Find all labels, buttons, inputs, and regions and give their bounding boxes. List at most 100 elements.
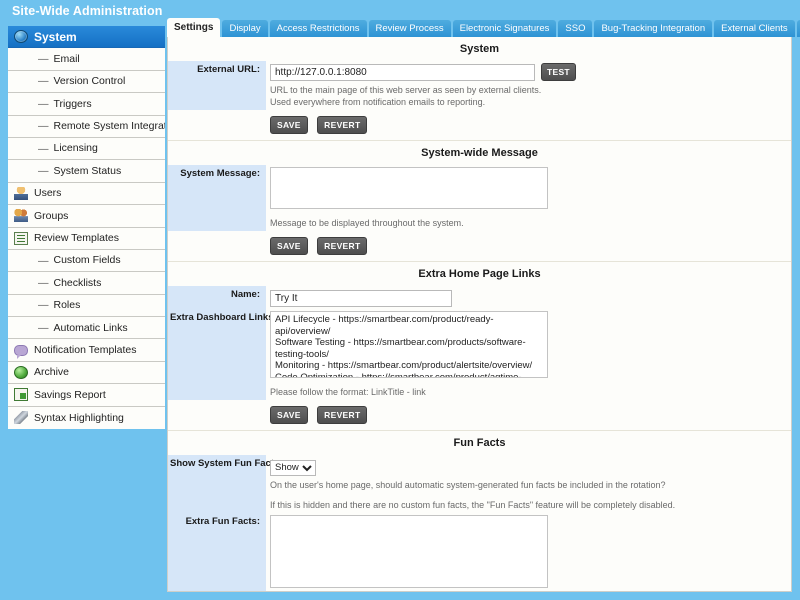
- sidebar-item-users[interactable]: Users: [8, 182, 165, 206]
- row-extra-fun-facts: Extra Fun Facts: Additional "Fun Fact" t…: [168, 512, 791, 591]
- sidebar: System — Email — Version Control — Triggers — Re…: [8, 26, 166, 430]
- system-save-button[interactable]: SAVE: [270, 116, 308, 134]
- sidebar-item-system[interactable]: System: [8, 26, 165, 49]
- sidebar-item-remote-system-integration[interactable]: — Remote System Integration: [8, 115, 166, 138]
- section-system-message: System-wide Message System Message: Mess…: [168, 141, 791, 262]
- show-fun-facts-label-cell: Show System Fun Facts:: [168, 455, 283, 513]
- report-icon: [14, 388, 28, 402]
- sidebar-item-email[interactable]: — Email: [8, 48, 165, 71]
- system-message-label-cell: System Message:: [168, 165, 266, 231]
- system-revert-button[interactable]: REVERT: [317, 116, 368, 134]
- external-url-help-line-2: Used everywhere from notification emails…: [270, 97, 486, 107]
- row-dashboard-links: Extra Dashboard Links: Please follow the…: [168, 309, 791, 400]
- sidebar-item-label: Roles: [53, 299, 81, 312]
- tab-access-restrictions[interactable]: Access Restrictions: [269, 20, 367, 37]
- sidebar-item-archive[interactable]: Archive: [8, 361, 165, 385]
- links-revert-button[interactable]: REVERT: [317, 406, 368, 424]
- dash-icon: —: [38, 299, 49, 312]
- sidebar-item-label: Remote System Integration: [53, 120, 166, 132]
- show-fun-facts-select[interactable]: ShowHide: [270, 459, 316, 476]
- links-button-row: SAVE REVERT: [266, 400, 791, 430]
- extra-fun-facts-label-cell: Extra Fun Facts:: [168, 512, 266, 591]
- spacer-cell: [168, 231, 266, 261]
- extra-fun-facts-textarea[interactable]: [270, 514, 548, 588]
- spacer-cell: [168, 110, 266, 140]
- tab-settings[interactable]: Settings: [167, 18, 221, 37]
- system-message-textarea[interactable]: [270, 167, 548, 209]
- tab-display[interactable]: Display: [222, 20, 268, 37]
- tab-external-clients[interactable]: External Clients: [714, 20, 795, 37]
- sidebar-item-label: Archive: [34, 366, 70, 379]
- sidebar-item-roles[interactable]: — Roles: [8, 294, 165, 318]
- system-message-label: System Message:: [180, 168, 260, 179]
- link-name-input[interactable]: [270, 290, 452, 307]
- user-icon: [14, 186, 28, 200]
- links-save-button[interactable]: SAVE: [270, 406, 308, 424]
- sidebar-item-groups[interactable]: Groups: [8, 205, 165, 228]
- sidebar-item-licensing[interactable]: — Licensing: [8, 137, 165, 161]
- row-link-name: Name:: [168, 286, 791, 309]
- dash-icon: —: [38, 75, 49, 88]
- fun-facts-help-1: On the user's home page, should automati…: [270, 479, 666, 490]
- users-icon: [14, 209, 28, 223]
- sidebar-item-label: Email: [53, 52, 80, 65]
- tab-sso[interactable]: SSO: [558, 20, 593, 37]
- sidebar-item-label: Notification Templates: [34, 343, 137, 356]
- sidebar-item-label: Savings Report: [34, 388, 106, 401]
- sidebar-item-checklists[interactable]: — Checklists: [8, 272, 165, 295]
- external-url-label: External URL:: [197, 64, 260, 75]
- sidebar-item-system-status[interactable]: — System Status: [8, 160, 165, 183]
- tab-electronic-signatures[interactable]: Electronic Signatures: [452, 20, 557, 37]
- dashboard-links-textarea[interactable]: [270, 311, 548, 378]
- system-button-row: SAVE REVERT: [266, 110, 791, 140]
- dash-icon: —: [38, 120, 49, 133]
- dashboard-links-label-cell: Extra Dashboard Links:: [168, 309, 277, 400]
- sidebar-item-label: System: [34, 29, 77, 44]
- sidebar-item-custom-fields[interactable]: — Custom Fields: [8, 249, 165, 273]
- document-icon: [14, 231, 28, 245]
- dashboard-links-label: Extra Dashboard Links:: [170, 312, 277, 323]
- dash-icon: —: [38, 321, 49, 334]
- dash-icon: —: [38, 142, 49, 155]
- section-extra-home-page-links: Extra Home Page Links Name: Extra Dashbo…: [168, 262, 791, 431]
- show-fun-facts-field-cell: ShowHide On the user's home page, should…: [266, 455, 791, 513]
- sidebar-item-notification-templates[interactable]: Notification Templates: [8, 339, 165, 362]
- system-message-help: Message to be displayed throughout the s…: [270, 218, 464, 228]
- sidebar-item-version-control[interactable]: — Version Control: [8, 70, 165, 94]
- test-button[interactable]: TEST: [541, 63, 576, 81]
- section-fun-facts: Fun Facts Show System Fun Facts: ShowHid…: [168, 431, 791, 591]
- link-name-label-cell: Name:: [168, 286, 266, 309]
- external-url-label-cell: External URL:: [168, 61, 266, 110]
- tab-bar: Settings Display Access Restrictions Review…: [167, 18, 800, 37]
- sidebar-item-label: Review Templates: [34, 231, 120, 244]
- show-fun-facts-label: Show System Fun Facts:: [170, 458, 283, 469]
- sidebar-item-triggers[interactable]: — Triggers: [8, 93, 165, 116]
- sidebar-item-label: Syntax Highlighting: [34, 411, 124, 424]
- external-url-help: URL to the main page of this web server …: [270, 81, 791, 108]
- link-name-label: Name:: [230, 289, 260, 300]
- dash-icon: —: [38, 97, 49, 110]
- message-save-button[interactable]: SAVE: [270, 237, 308, 255]
- dash-icon: —: [38, 276, 49, 289]
- section-title-fun-facts: Fun Facts: [453, 437, 506, 449]
- fun-facts-help-2: If this is hidden and there are no custo…: [270, 499, 676, 510]
- row-message-buttons: SAVE REVERT: [168, 231, 791, 261]
- external-url-input[interactable]: [270, 63, 535, 81]
- sidebar-item-review-templates[interactable]: Review Templates: [8, 227, 165, 250]
- chat-icon: [14, 344, 28, 359]
- dashboard-links-help: Please follow the format: LinkTitle - li…: [270, 387, 426, 397]
- sidebar-item-savings-report[interactable]: Savings Report: [8, 384, 165, 407]
- tab-review-process[interactable]: Review Process: [368, 20, 451, 37]
- archive-icon: [14, 366, 28, 380]
- admin-page: Site-Wide Administration System — Email — Ve…: [0, 0, 800, 600]
- dash-icon: —: [38, 53, 49, 66]
- extra-fun-facts-label: Extra Fun Facts:: [185, 515, 260, 527]
- message-revert-button[interactable]: REVERT: [317, 237, 368, 255]
- row-links-buttons: SAVE REVERT: [168, 400, 791, 430]
- tab-bug-tracking-integration[interactable]: Bug-Tracking Integration: [594, 20, 713, 37]
- sidebar-item-label: Groups: [34, 209, 69, 222]
- message-button-row: SAVE REVERT: [266, 231, 791, 261]
- sidebar-item-automatic-links[interactable]: — Automatic Links: [8, 317, 165, 340]
- dash-icon: —: [38, 165, 49, 178]
- sidebar-item-syntax-highlighting[interactable]: Syntax Highlighting: [8, 406, 165, 430]
